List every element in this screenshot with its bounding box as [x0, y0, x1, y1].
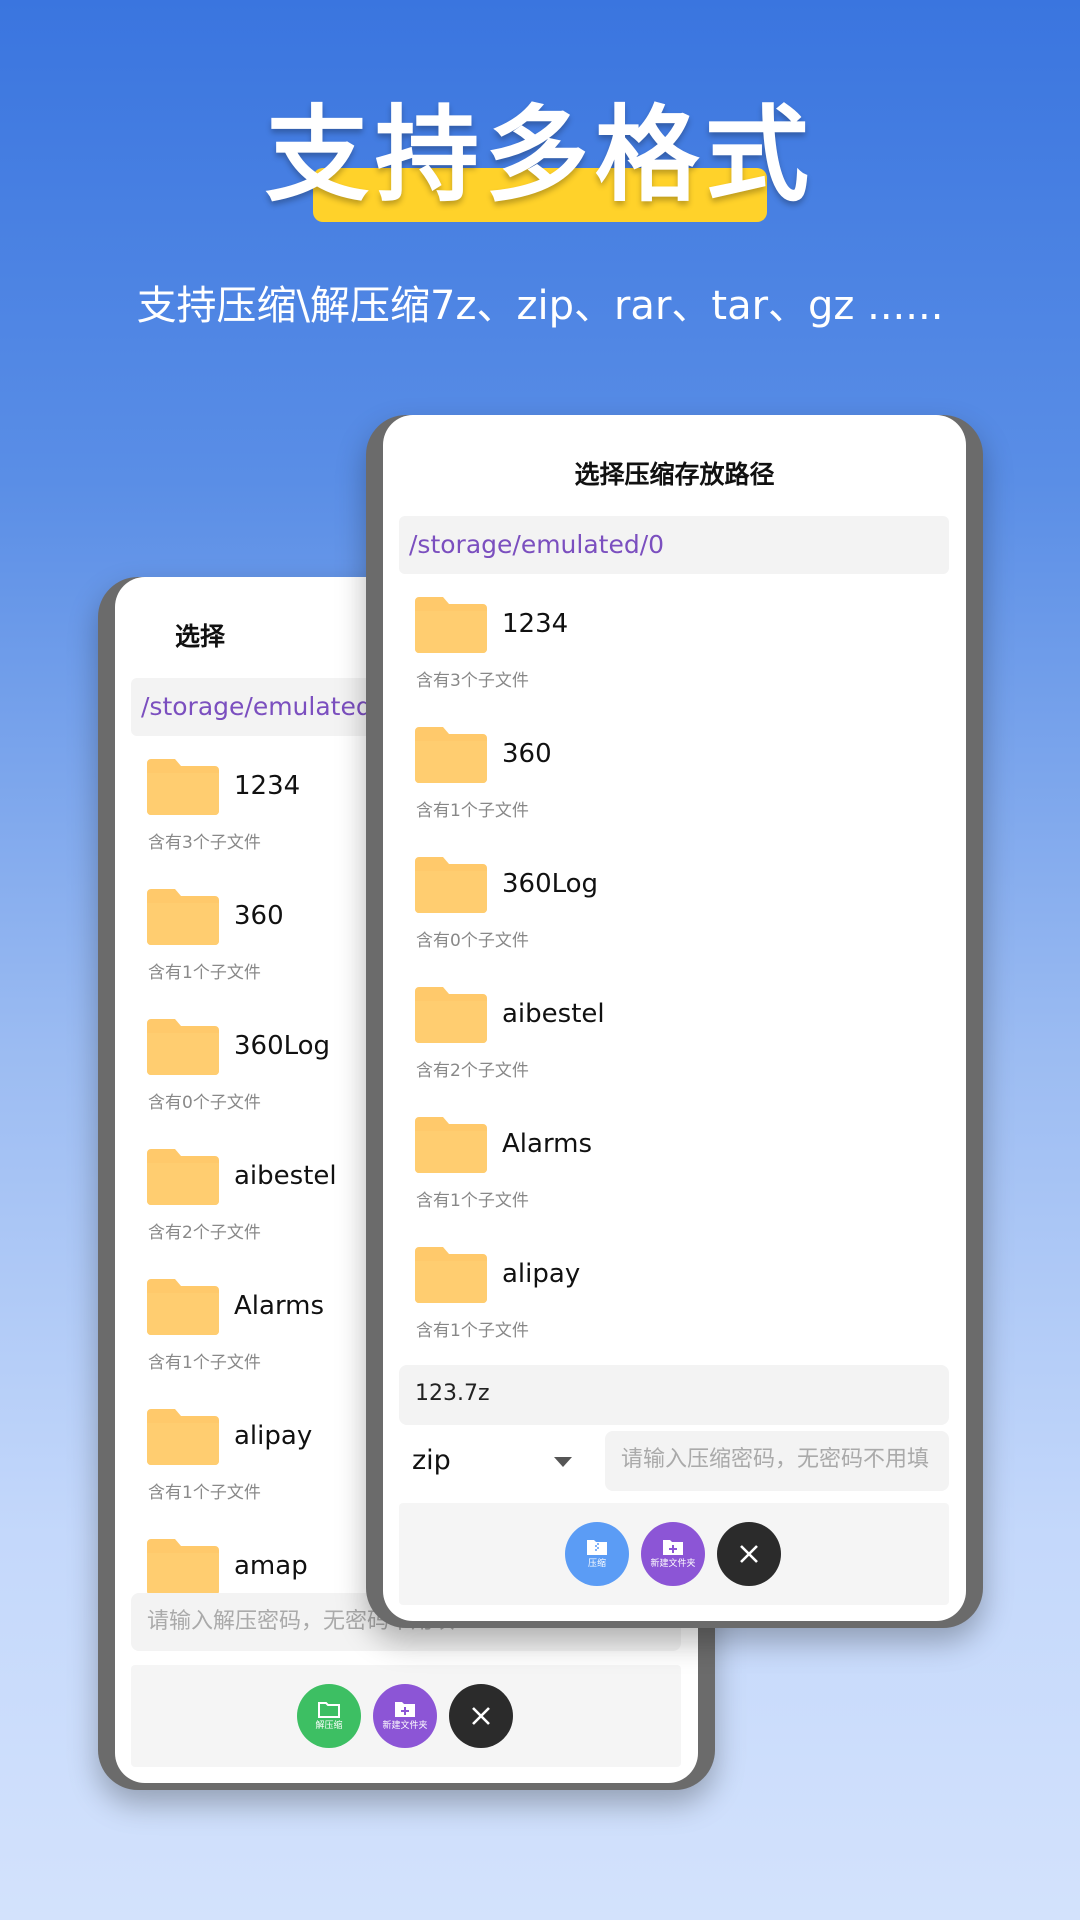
folder-name: 1234: [234, 771, 301, 801]
folder-child-count: 含有1个子文件: [416, 1321, 529, 1341]
filename-input[interactable]: 123.7z: [399, 1365, 949, 1425]
front-close-button[interactable]: [717, 1522, 781, 1586]
back-new-folder-button[interactable]: 新建文件夹: [373, 1684, 437, 1748]
front-new-folder-button[interactable]: 新建文件夹: [641, 1522, 705, 1586]
folder-child-count: 含有3个子文件: [416, 671, 529, 691]
folder-icon: [415, 597, 487, 653]
folder-child-count: 含有0个子文件: [416, 931, 529, 951]
folder-icon: [147, 1149, 219, 1205]
folder-name: amap: [234, 1551, 308, 1581]
front-folder-row[interactable]: 360 含有1个子文件: [383, 725, 966, 855]
front-folder-row[interactable]: Alarms 含有1个子文件: [383, 1115, 966, 1245]
back-close-button[interactable]: [449, 1684, 513, 1748]
folder-name: 1234: [502, 609, 569, 639]
compress-button[interactable]: 压缩: [565, 1522, 629, 1586]
back-action-bar: 解压缩 新建文件夹: [131, 1665, 681, 1767]
compress-button-label: 压缩: [587, 1559, 606, 1569]
back-dialog-title: 选择: [175, 622, 226, 651]
folder-child-count: 含有1个子文件: [148, 963, 261, 983]
folder-icon: [415, 1247, 487, 1303]
front-path-bar[interactable]: /storage/emulated/0: [399, 516, 949, 574]
folder-name: aibestel: [502, 999, 605, 1029]
folder-name: 360Log: [502, 869, 599, 899]
folder-name: aibestel: [234, 1161, 337, 1191]
folder-name: alipay: [234, 1421, 313, 1451]
folder-icon: [147, 1409, 219, 1465]
folder-icon: [318, 1702, 340, 1718]
folder-child-count: 含有1个子文件: [416, 801, 529, 821]
folder-plus-icon: [663, 1540, 683, 1555]
folder-name: 360Log: [234, 1031, 331, 1061]
folder-name: alipay: [502, 1259, 581, 1289]
folder-child-count: 含有0个子文件: [148, 1093, 261, 1113]
front-folder-row[interactable]: aibestel 含有2个子文件: [383, 985, 966, 1115]
folder-icon: [147, 1539, 219, 1595]
back-new-folder-label: 新建文件夹: [382, 1721, 428, 1731]
folder-child-count: 含有2个子文件: [416, 1061, 529, 1081]
compress-password-input[interactable]: 请输入压缩密码，无密码不用填: [605, 1431, 949, 1491]
front-folder-row[interactable]: 1234 含有3个子文件: [383, 595, 966, 725]
front-action-bar: 压缩 新建文件夹: [399, 1503, 949, 1605]
front-dialog: 选择压缩存放路径 /storage/emulated/0 1234 含有3个子文件…: [383, 415, 966, 1621]
folder-child-count: 含有1个子文件: [148, 1483, 261, 1503]
folder-child-count: 含有3个子文件: [148, 833, 261, 853]
folder-icon: [415, 987, 487, 1043]
folder-icon: [147, 1019, 219, 1075]
folder-child-count: 含有2个子文件: [148, 1223, 261, 1243]
zip-file-icon: [587, 1540, 607, 1555]
extract-button[interactable]: 解压缩: [297, 1684, 361, 1748]
folder-icon: [415, 1117, 487, 1173]
headline-block: 支持多格式: [0, 90, 1080, 230]
folder-name: 360: [234, 901, 284, 931]
folder-plus-icon: [395, 1702, 415, 1717]
front-new-folder-label: 新建文件夹: [650, 1559, 696, 1569]
folder-icon: [415, 857, 487, 913]
folder-child-count: 含有1个子文件: [416, 1191, 529, 1211]
subline: 支持压缩\解压缩7z、zip、rar、tar、gz ......: [136, 283, 944, 329]
folder-icon: [147, 1279, 219, 1335]
front-dialog-title: 选择压缩存放路径: [574, 460, 775, 489]
folder-name: 360: [502, 739, 552, 769]
folder-icon: [147, 759, 219, 815]
folder-name: Alarms: [502, 1129, 593, 1159]
headline: 支持多格式: [264, 94, 815, 216]
front-folder-row[interactable]: 360Log 含有0个子文件: [383, 855, 966, 985]
format-select-value: zip: [412, 1445, 451, 1476]
chevron-down-icon: [554, 1457, 572, 1467]
extract-button-label: 解压缩: [315, 1721, 343, 1731]
front-phone-frame: 选择压缩存放路径 /storage/emulated/0 1234 含有3个子文件…: [366, 415, 983, 1628]
folder-name: Alarms: [234, 1291, 325, 1321]
close-icon: [472, 1707, 490, 1725]
folder-icon: [415, 727, 487, 783]
folder-icon: [147, 889, 219, 945]
folder-child-count: 含有1个子文件: [148, 1353, 261, 1373]
close-icon: [740, 1545, 758, 1563]
front-folder-row[interactable]: alipay 含有1个子文件: [383, 1245, 966, 1375]
